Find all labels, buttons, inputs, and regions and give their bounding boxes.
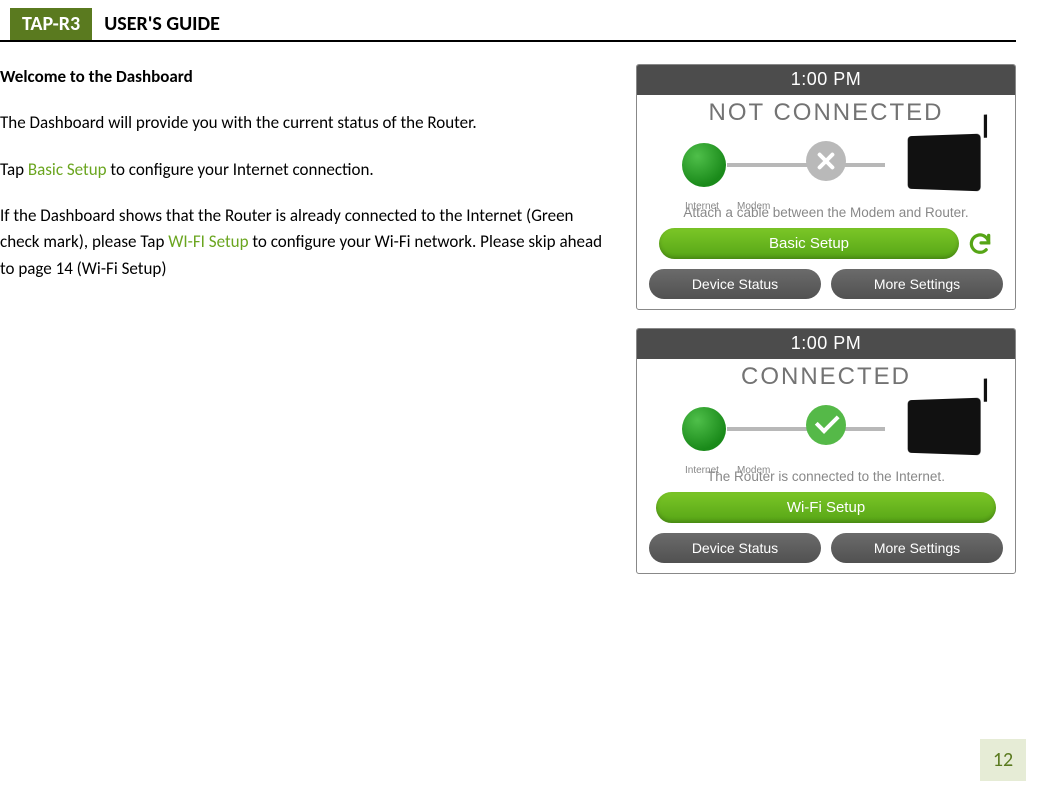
paragraph-1: The Dashboard will provide you with the …: [0, 110, 611, 136]
body-text: Welcome to the Dashboard The Dashboard w…: [0, 64, 611, 592]
section-heading: Welcome to the Dashboard: [0, 64, 611, 90]
wifi-setup-ref: WI-FI Setup: [168, 231, 248, 252]
device-status-button[interactable]: Device Status: [649, 269, 821, 299]
label-modem: Modem: [737, 465, 770, 476]
paragraph-2: Tap Basic Setup to configure your Intern…: [0, 157, 611, 183]
label-internet: Internet: [685, 201, 719, 212]
page-header: TAP-R3 USER'S GUIDE: [0, 8, 1016, 42]
internet-globe-icon: [682, 143, 726, 187]
connection-status: CONNECTED: [637, 363, 1015, 391]
more-settings-button[interactable]: More Settings: [831, 533, 1003, 563]
router-device-icon: [908, 398, 981, 456]
connection-diagram: Internet Modem: [637, 393, 1015, 463]
time-bar: 1:00 PM: [637, 329, 1015, 359]
connection-status: NOT CONNECTED: [637, 99, 1015, 127]
check-icon: [806, 405, 846, 445]
paragraph-3: If the Dashboard shows that the Router i…: [0, 203, 611, 282]
product-badge: TAP-R3: [10, 8, 92, 40]
router-device-icon: [908, 134, 981, 192]
error-x-icon: [806, 141, 846, 181]
basic-setup-ref: Basic Setup: [28, 159, 107, 180]
label-internet: Internet: [685, 465, 719, 476]
label-modem: Modem: [737, 201, 770, 212]
page-number: 12: [980, 739, 1026, 781]
internet-globe-icon: [682, 407, 726, 451]
wifi-setup-button[interactable]: Wi-Fi Setup: [656, 492, 996, 523]
time-bar: 1:00 PM: [637, 65, 1015, 95]
dashboard-screenshot-not-connected: 1:00 PM NOT CONNECTED Internet Modem Att…: [636, 64, 1016, 310]
more-settings-button[interactable]: More Settings: [831, 269, 1003, 299]
connection-diagram: Internet Modem: [637, 129, 1015, 199]
dashboard-screenshot-connected: 1:00 PM CONNECTED Internet Modem The Rou…: [636, 328, 1016, 574]
doc-title: USER'S GUIDE: [92, 8, 232, 40]
device-status-button[interactable]: Device Status: [649, 533, 821, 563]
refresh-icon[interactable]: [967, 231, 993, 257]
basic-setup-button[interactable]: Basic Setup: [659, 228, 959, 259]
